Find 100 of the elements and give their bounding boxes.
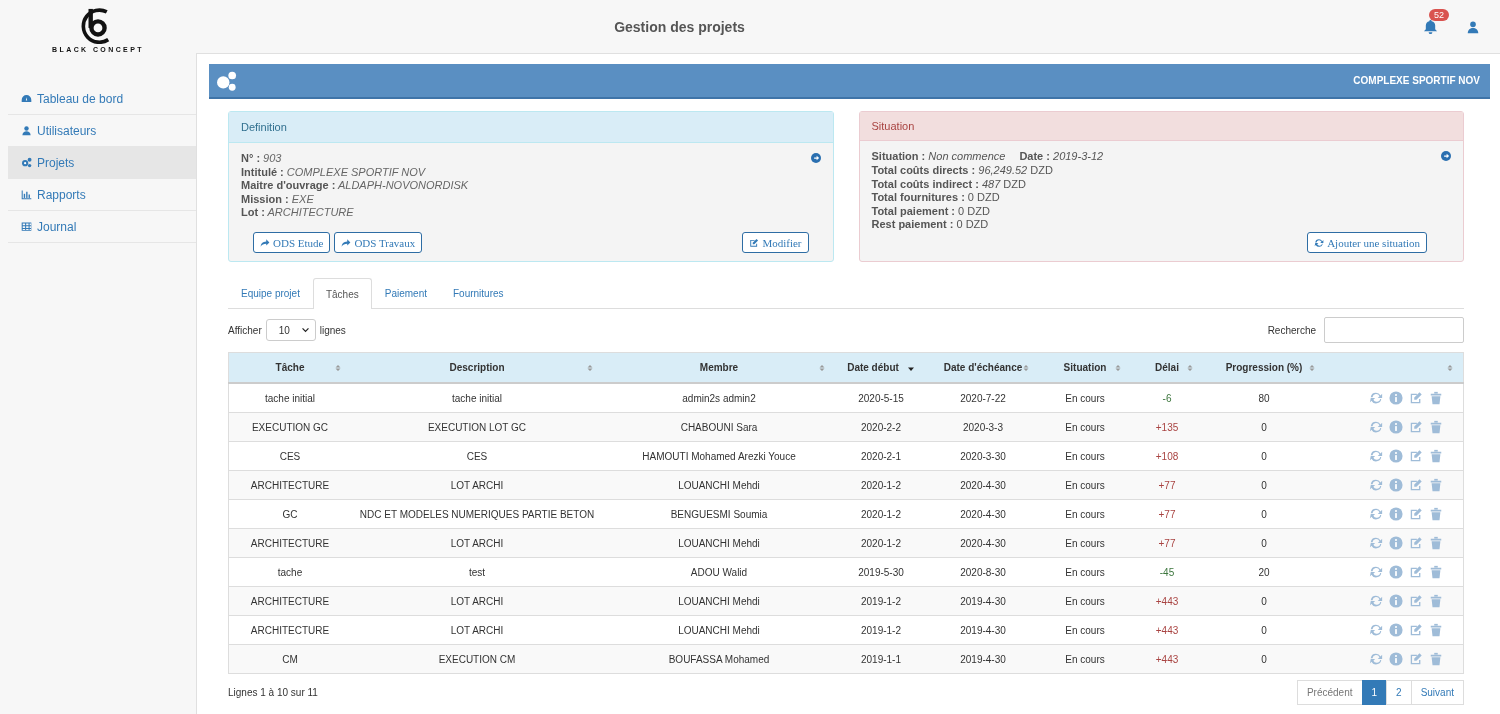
edit-icon[interactable]	[1409, 536, 1423, 550]
table-cell: LOT ARCHI	[351, 586, 603, 616]
bell-icon	[1423, 19, 1438, 34]
edit-icon[interactable]	[1409, 391, 1423, 405]
table-cell: 2020-4-30	[927, 528, 1039, 558]
table-cell: 0	[1203, 586, 1325, 616]
field-line: Lot : ARCHITECTURE	[241, 206, 354, 220]
page-link[interactable]: 2	[1386, 680, 1412, 705]
tab[interactable]: Fournitures	[440, 278, 517, 308]
column-header[interactable]: Progression (%)	[1203, 352, 1325, 383]
table-cell: BOUFASSA Mohamed	[603, 644, 835, 674]
refresh-icon[interactable]	[1369, 420, 1383, 434]
info-icon[interactable]	[1389, 478, 1403, 492]
page-link[interactable]: Précédent	[1296, 680, 1363, 705]
column-header[interactable]	[1325, 352, 1464, 383]
table-cell: LOUANCHI Mehdi	[603, 470, 835, 500]
table-cell: En cours	[1039, 412, 1131, 442]
info-icon[interactable]	[1389, 594, 1403, 608]
edit-icon[interactable]	[1409, 478, 1423, 492]
edit-icon[interactable]	[1409, 652, 1423, 666]
edit-icon[interactable]	[1409, 507, 1423, 521]
field-line: Total coûts directs : 96,249.52 DZD	[871, 164, 1053, 178]
field-line: Maitre d'ouvrage : ALDAPH-NOVONORDISK	[241, 179, 469, 193]
edit-icon[interactable]	[1409, 449, 1423, 463]
table-cell: En cours	[1039, 528, 1131, 558]
table-info: Lignes 1 à 10 sur 11	[228, 687, 318, 698]
info-icon[interactable]	[1389, 507, 1403, 521]
field-line: Total coûts indirect : 487 DZD	[871, 177, 1026, 192]
table-cell: EXECUTION GC	[228, 412, 351, 442]
column-header[interactable]: Description	[351, 352, 603, 383]
table-cell: 2019-4-30	[927, 586, 1039, 616]
field-line: Total paiement : 0 DZD	[871, 204, 990, 219]
trash-icon[interactable]	[1429, 420, 1443, 434]
trash-icon[interactable]	[1429, 449, 1443, 463]
trash-icon[interactable]	[1429, 594, 1443, 608]
search-field[interactable]	[1324, 317, 1464, 343]
info-icon[interactable]	[1389, 536, 1403, 550]
trash-icon[interactable]	[1429, 652, 1443, 666]
table-cell: CM	[228, 644, 351, 674]
panel-title: Situation	[859, 112, 1463, 142]
page-title: Gestion des projets	[613, 18, 746, 35]
action-button[interactable]: ODS Etude	[253, 232, 331, 253]
refresh-icon[interactable]	[1369, 449, 1383, 463]
refresh-icon[interactable]	[1369, 652, 1383, 666]
table-cell: 2020-4-30	[927, 470, 1039, 500]
trash-icon[interactable]	[1429, 623, 1443, 637]
column-header[interactable]: Membre	[603, 352, 835, 383]
table-cell: 0	[1203, 470, 1325, 500]
refresh-icon[interactable]	[1369, 623, 1383, 637]
edit-icon[interactable]	[1409, 420, 1423, 434]
field-line: Date : 2019-3-12	[1019, 150, 1104, 165]
trash-icon[interactable]	[1429, 536, 1443, 550]
edit-icon[interactable]	[1409, 623, 1423, 637]
table-cell: 2020-1-2	[835, 470, 927, 500]
field-line: N° : 903	[241, 152, 282, 166]
table-cell: 2019-4-30	[927, 644, 1039, 674]
refresh-icon[interactable]	[1369, 507, 1383, 521]
refresh-icon[interactable]	[1369, 536, 1383, 550]
arrow-circle-icon	[810, 153, 821, 163]
info-icon[interactable]	[1389, 420, 1403, 434]
page-link[interactable]: Suivant	[1410, 680, 1464, 705]
speedometer-icon	[21, 93, 32, 104]
rows-label: lignes	[319, 324, 346, 336]
column-header[interactable]: Tâche	[228, 352, 351, 383]
info-icon[interactable]	[1389, 391, 1403, 405]
page-size-select[interactable]: 10	[265, 319, 316, 341]
trash-icon[interactable]	[1429, 507, 1443, 521]
column-header[interactable]: Délai	[1131, 352, 1203, 383]
column-header[interactable]: Date d'échéance	[927, 352, 1039, 383]
panel-title: Definition	[229, 112, 833, 143]
trash-icon[interactable]	[1429, 565, 1443, 579]
refresh-icon[interactable]	[1369, 594, 1383, 608]
table-cell: 0	[1203, 412, 1325, 442]
chevron-down-icon	[300, 325, 310, 335]
add-situation-button[interactable]: Ajouter une situation	[1307, 232, 1427, 253]
table-cell: +77	[1131, 528, 1203, 558]
info-icon[interactable]	[1389, 449, 1403, 463]
info-icon[interactable]	[1389, 623, 1403, 637]
sidebar-item[interactable]: Projets	[8, 147, 196, 179]
page-link[interactable]: 1	[1361, 680, 1388, 705]
table-cell: +443	[1131, 644, 1203, 674]
column-header[interactable]: Situation	[1039, 352, 1131, 383]
tab[interactable]: Equipe projet	[228, 278, 313, 308]
edit-icon[interactable]	[1409, 565, 1423, 579]
tab[interactable]: Tâches	[312, 278, 372, 309]
edit-icon[interactable]	[1409, 594, 1423, 608]
action-button[interactable]: ODS Travaux	[334, 232, 423, 253]
column-header[interactable]: Date début	[835, 352, 927, 383]
trash-icon[interactable]	[1429, 478, 1443, 492]
notification-badge: 52	[1429, 9, 1449, 21]
info-icon[interactable]	[1389, 565, 1403, 579]
refresh-icon[interactable]	[1369, 391, 1383, 405]
edit-button[interactable]: Modifier	[742, 232, 809, 253]
refresh-icon[interactable]	[1369, 565, 1383, 579]
tab[interactable]: Paiement	[371, 278, 440, 308]
info-icon[interactable]	[1389, 652, 1403, 666]
trash-icon[interactable]	[1429, 391, 1443, 405]
share-arrow-icon	[341, 237, 352, 248]
field-line: Situation : Non commence	[871, 150, 1006, 165]
refresh-icon[interactable]	[1369, 478, 1383, 492]
